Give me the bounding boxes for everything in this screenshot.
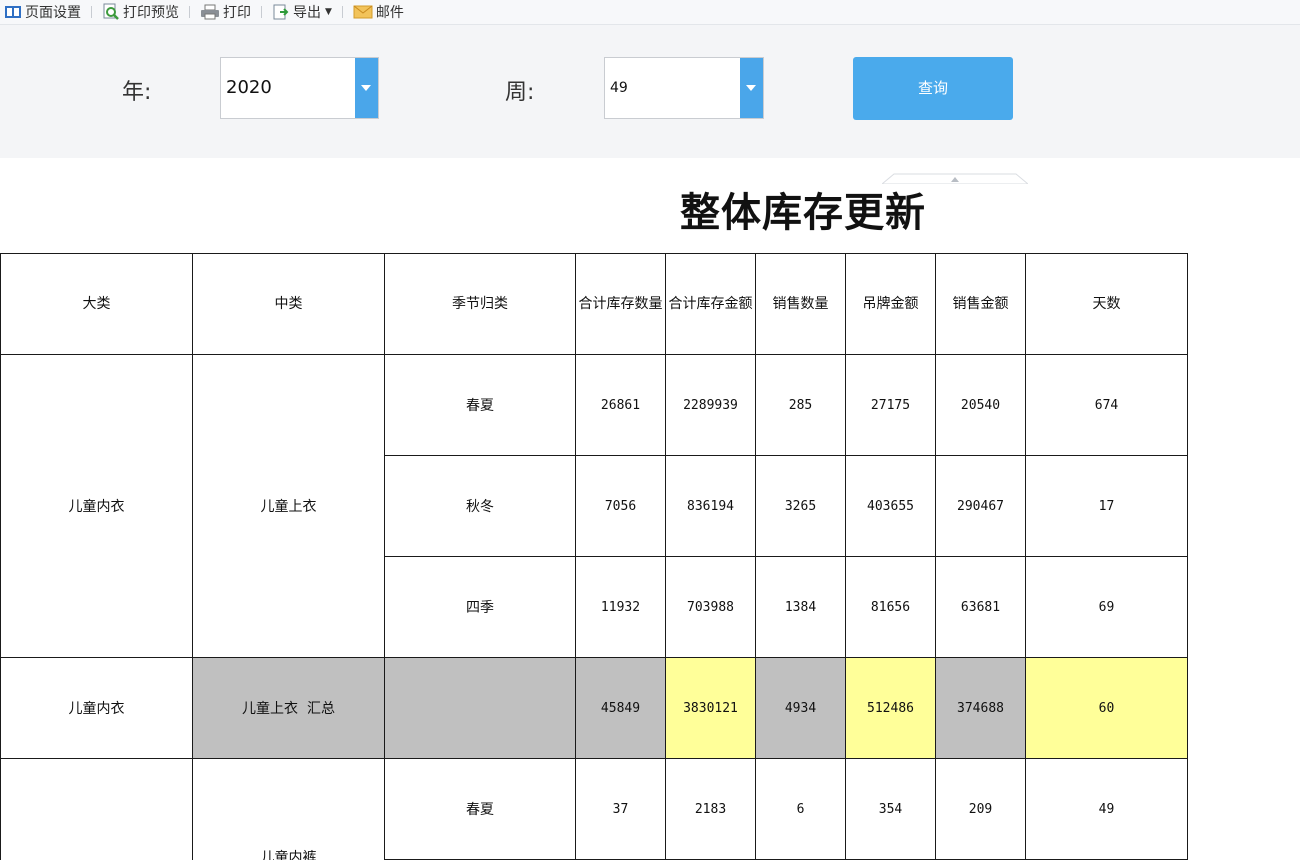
stock-qty-cell: 26861 [575,354,666,456]
toolbar-divider [189,6,190,18]
header-row: 大类 中类 季节归类 合计库存数量 合计库存金额 销售数量 吊牌金额 销售金额 … [0,253,1188,355]
stock-amount-cell: 2289939 [665,354,756,456]
days-cell: 17 [1025,455,1188,557]
sales-amount-cell: 20540 [935,354,1026,456]
stock-qty-cell: 11932 [575,556,666,658]
toolbar: 页面设置 打印预览 打印 导出 ▼ 邮件 [0,0,1300,25]
major-category-cell: 儿童内衣 [0,354,193,658]
export-button[interactable]: 导出 ▼ [268,0,336,24]
sales-qty-cell: 6 [755,758,846,860]
header-days: 天数 [1025,253,1188,355]
sales-amount-cell: 209 [935,758,1026,860]
header-sales-amount: 销售金额 [935,253,1026,355]
print-button[interactable]: 打印 [196,0,255,24]
sales-amount-cell: 374688 [935,657,1026,759]
report-table: 大类 中类 季节归类 合计库存数量 合计库存金额 销售数量 吊牌金额 销售金额 … [0,253,1188,860]
subtotal-label-cell: 儿童上衣 汇总 [192,657,385,759]
year-value: 2020 [226,77,272,98]
mail-icon [353,5,373,19]
header-total-stock-qty: 合计库存数量 [575,253,666,355]
mid-category-cell: 儿童上衣 [192,354,385,658]
week-label: 周: [505,80,535,105]
sales-amount-cell: 63681 [935,556,1026,658]
mid-category-cell: 儿童内裤 [192,758,385,860]
toolbar-divider [341,6,343,18]
dropdown-arrow-icon[interactable] [355,58,378,118]
major-category-cell: 儿童内衣 [0,657,193,759]
days-cell: 49 [1025,758,1188,860]
mail-button[interactable]: 邮件 [349,0,408,24]
header-total-stock-amount: 合计库存金额 [665,253,756,355]
year-select[interactable]: 2020 [220,57,379,119]
days-cell: 69 [1025,556,1188,658]
sales-qty-cell: 1384 [755,556,846,658]
tag-amount-cell: 354 [845,758,936,860]
week-select[interactable]: 49 [604,57,764,119]
page-setup-button[interactable]: 页面设置 [0,0,85,24]
mail-label: 邮件 [375,5,404,21]
header-tag-amount: 吊牌金额 [845,253,936,355]
stock-qty-cell: 7056 [575,455,666,557]
page-setup-label: 页面设置 [25,5,81,21]
stock-amount-cell: 2183 [665,758,756,860]
page-setup-icon [5,6,21,18]
season-cell: 春夏 [384,354,576,456]
stock-qty-cell: 37 [575,758,666,860]
sales-amount-cell: 290467 [935,455,1026,557]
print-label: 打印 [223,5,251,21]
header-major-category: 大类 [0,253,193,355]
magnifier-icon [103,3,119,20]
chevron-down-icon: ▼ [325,7,332,17]
tag-amount-cell: 81656 [845,556,936,658]
table-row: 儿童内衣 儿童上衣 春夏 26861 2289939 285 27175 205… [0,354,1188,658]
days-cell: 60 [1025,657,1188,759]
days-cell: 674 [1025,354,1188,456]
stock-amount-cell: 3830121 [665,657,756,759]
header-mid-category: 中类 [192,253,385,355]
year-label: 年: [122,80,152,105]
subtotal-row: 儿童内衣 儿童上衣 汇总 45849 3830121 4934 512486 3… [0,657,1188,759]
sales-qty-cell: 4934 [755,657,846,759]
stock-qty-cell: 45849 [575,657,666,759]
header-sales-qty: 销售数量 [755,253,846,355]
query-panel: 年: 2020 周: 49 查询 [0,25,1300,184]
print-preview-label: 打印预览 [123,5,179,21]
tag-amount-cell: 27175 [845,354,936,456]
print-preview-button[interactable]: 打印预览 [98,0,183,24]
export-label: 导出 [293,5,321,21]
table-row: 儿童内裤 春夏 37 2183 6 354 209 49 [0,758,1188,860]
major-category-cell [0,758,193,860]
tag-amount-cell: 403655 [845,455,936,557]
week-value: 49 [610,80,628,96]
season-cell: 四季 [384,556,576,658]
export-icon [273,4,289,20]
sales-qty-cell: 3265 [755,455,846,557]
toolbar-divider [261,6,262,18]
printer-icon [201,4,219,20]
stock-amount-cell: 703988 [665,556,756,658]
report-title: 整体库存更新 [680,189,926,236]
mid-category-label: 儿童内裤 [260,850,317,860]
stock-amount-cell: 836194 [665,455,756,557]
search-button[interactable]: 查询 [853,57,1013,120]
dropdown-arrow-icon[interactable] [740,58,763,118]
header-season: 季节归类 [384,253,576,355]
season-cell [384,657,576,759]
tag-amount-cell: 512486 [845,657,936,759]
season-cell: 秋冬 [384,455,576,557]
sales-qty-cell: 285 [755,354,846,456]
toolbar-divider [91,6,92,18]
season-cell: 春夏 [384,758,576,860]
